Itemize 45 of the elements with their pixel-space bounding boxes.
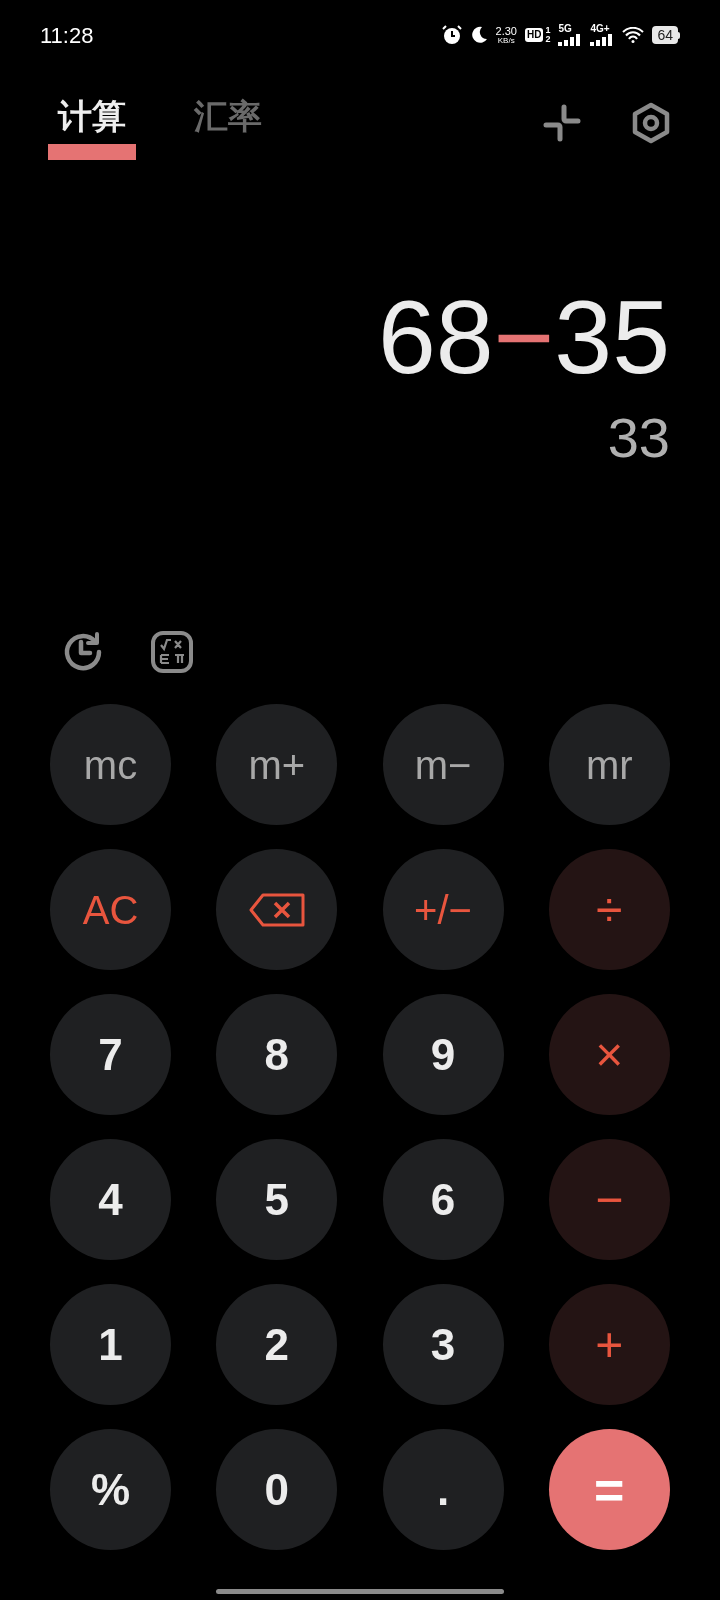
calculator-key[interactable]: 2 <box>216 1284 338 1405</box>
sim-slot-number: 2 <box>545 35 551 44</box>
settings-icon[interactable] <box>630 102 672 144</box>
calculator-key[interactable]: mr <box>548 704 670 825</box>
sim-slot-number: 1 <box>545 26 551 35</box>
network-type: 4G+ <box>590 24 610 34</box>
calculator-key[interactable]: 9 <box>382 994 504 1115</box>
hd-badge: HD <box>524 28 544 42</box>
calculator-key[interactable]: 4 <box>50 1139 171 1260</box>
calculator-key[interactable]: m− <box>382 704 504 825</box>
calculator-key[interactable]: m+ <box>216 704 338 825</box>
calculator-key[interactable]: 3 <box>382 1284 504 1405</box>
calculator-key[interactable]: 7 <box>50 994 171 1115</box>
alarm-icon <box>441 25 462 45</box>
backspace-icon <box>248 892 305 927</box>
history-icon[interactable] <box>62 631 104 673</box>
calculator-key[interactable]: . <box>382 1429 504 1550</box>
calculator-key[interactable]: 5 <box>216 1139 338 1260</box>
wifi-icon <box>622 27 645 43</box>
net-speed: 2.30 <box>495 25 517 37</box>
battery-level: 64 <box>652 26 678 44</box>
tab[interactable]: 计算 <box>48 86 136 160</box>
calculator-key[interactable]: 1 <box>50 1284 171 1405</box>
calculator-key[interactable]: +/− <box>382 849 504 970</box>
result: 33 <box>607 405 670 471</box>
calculator-key[interactable]: % <box>50 1429 171 1550</box>
calculator-key[interactable]: − <box>548 1139 670 1260</box>
tab[interactable]: 汇率 <box>184 86 272 160</box>
scientific-mode-icon[interactable] <box>150 630 194 674</box>
moon-icon <box>469 26 488 44</box>
network-type: 5G <box>558 24 572 34</box>
calculator-key[interactable]: 0 <box>216 1429 338 1550</box>
calculator-key[interactable]: 6 <box>382 1139 504 1260</box>
calculator-key[interactable]: + <box>548 1284 670 1405</box>
calculator-key[interactable]: ÷ <box>548 849 670 970</box>
clock: 11:28 <box>40 21 94 50</box>
collapse-icon[interactable] <box>542 103 582 143</box>
calculator-key[interactable]: AC <box>50 849 171 970</box>
calculator-key[interactable]: mc <box>50 704 171 825</box>
expression: 68−35 <box>377 282 670 392</box>
calculator-key[interactable]: 8 <box>216 994 338 1115</box>
net-speed-unit: KB/s <box>497 36 515 45</box>
calculator-key[interactable]: × <box>548 994 670 1115</box>
signal-icon <box>558 34 583 46</box>
signal-icon <box>590 34 615 46</box>
